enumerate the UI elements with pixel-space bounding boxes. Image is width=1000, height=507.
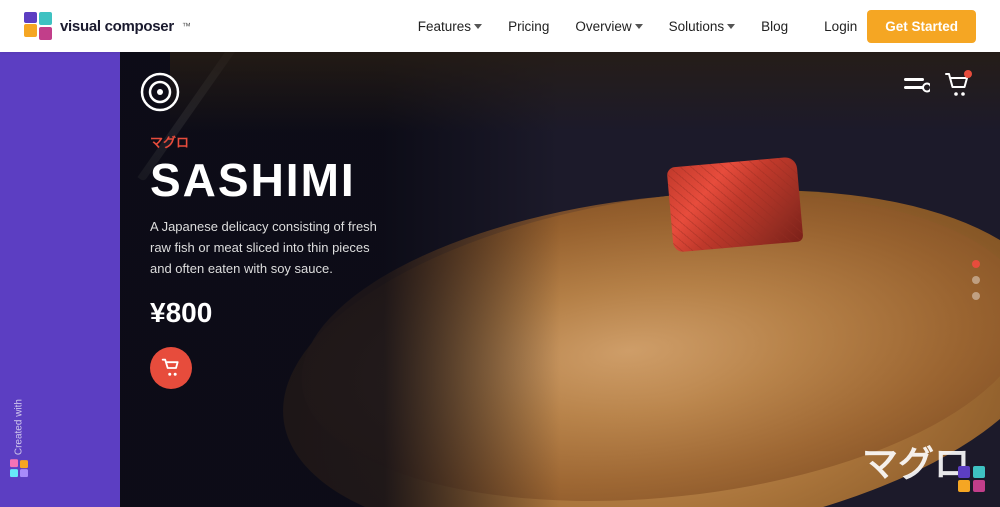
vc-logo-bottom bbox=[958, 465, 986, 493]
sashimi-image bbox=[667, 156, 804, 252]
hero-subtitle-jp: マグロ bbox=[150, 132, 390, 151]
header: visual composer ™ Features Pricing Overvi… bbox=[0, 0, 1000, 52]
hero-text-block: マグロ SASHIMI A Japanese delicacy consisti… bbox=[150, 132, 390, 389]
logo[interactable]: visual composer ™ bbox=[24, 12, 191, 40]
hero-price: ¥800 bbox=[150, 297, 390, 329]
nav-pricing[interactable]: Pricing bbox=[498, 13, 559, 40]
nav-solutions[interactable]: Solutions bbox=[659, 13, 746, 40]
hero-bottom-jp: マグロ bbox=[862, 435, 970, 487]
solutions-chevron-icon bbox=[727, 24, 735, 29]
top-right-icons bbox=[904, 72, 970, 103]
slide-dot-2[interactable] bbox=[972, 276, 980, 284]
cart-badge bbox=[964, 70, 972, 78]
nav-features[interactable]: Features bbox=[408, 13, 492, 40]
slide-dot-3[interactable] bbox=[972, 292, 980, 300]
created-with-label: Created with bbox=[10, 399, 28, 477]
main-nav: Features Pricing Overview Solutions Blog bbox=[408, 13, 798, 40]
logo-trademark: ™ bbox=[182, 21, 191, 31]
hero-title: SASHIMI bbox=[150, 157, 390, 203]
overview-chevron-icon bbox=[635, 24, 643, 29]
add-to-cart-icon bbox=[161, 358, 181, 378]
logo-text: visual composer bbox=[60, 18, 174, 35]
slide-dots bbox=[972, 260, 980, 300]
get-started-button[interactable]: Get Started bbox=[867, 10, 976, 43]
add-to-cart-button[interactable] bbox=[150, 347, 192, 389]
filter-icon[interactable] bbox=[904, 78, 930, 98]
hands-overlay bbox=[170, 52, 1000, 132]
cart-icon-wrapper[interactable] bbox=[944, 72, 970, 103]
hero-description: A Japanese delicacy consisting of fresh … bbox=[150, 217, 390, 279]
slide-dot-1[interactable] bbox=[972, 260, 980, 268]
logo-icon bbox=[24, 12, 52, 40]
hero-section: マグロ SASHIMI A Japanese delicacy consisti… bbox=[120, 52, 1000, 507]
target-icon bbox=[140, 72, 180, 112]
login-link[interactable]: Login bbox=[814, 13, 867, 40]
nav-blog[interactable]: Blog bbox=[751, 13, 798, 40]
features-chevron-icon bbox=[474, 24, 482, 29]
main-content: Created with bbox=[0, 52, 1000, 507]
sashimi-texture bbox=[667, 156, 804, 252]
vc-mini-logo-icon bbox=[10, 459, 28, 477]
nav-overview[interactable]: Overview bbox=[565, 13, 652, 40]
sidebar: Created with bbox=[0, 52, 120, 507]
